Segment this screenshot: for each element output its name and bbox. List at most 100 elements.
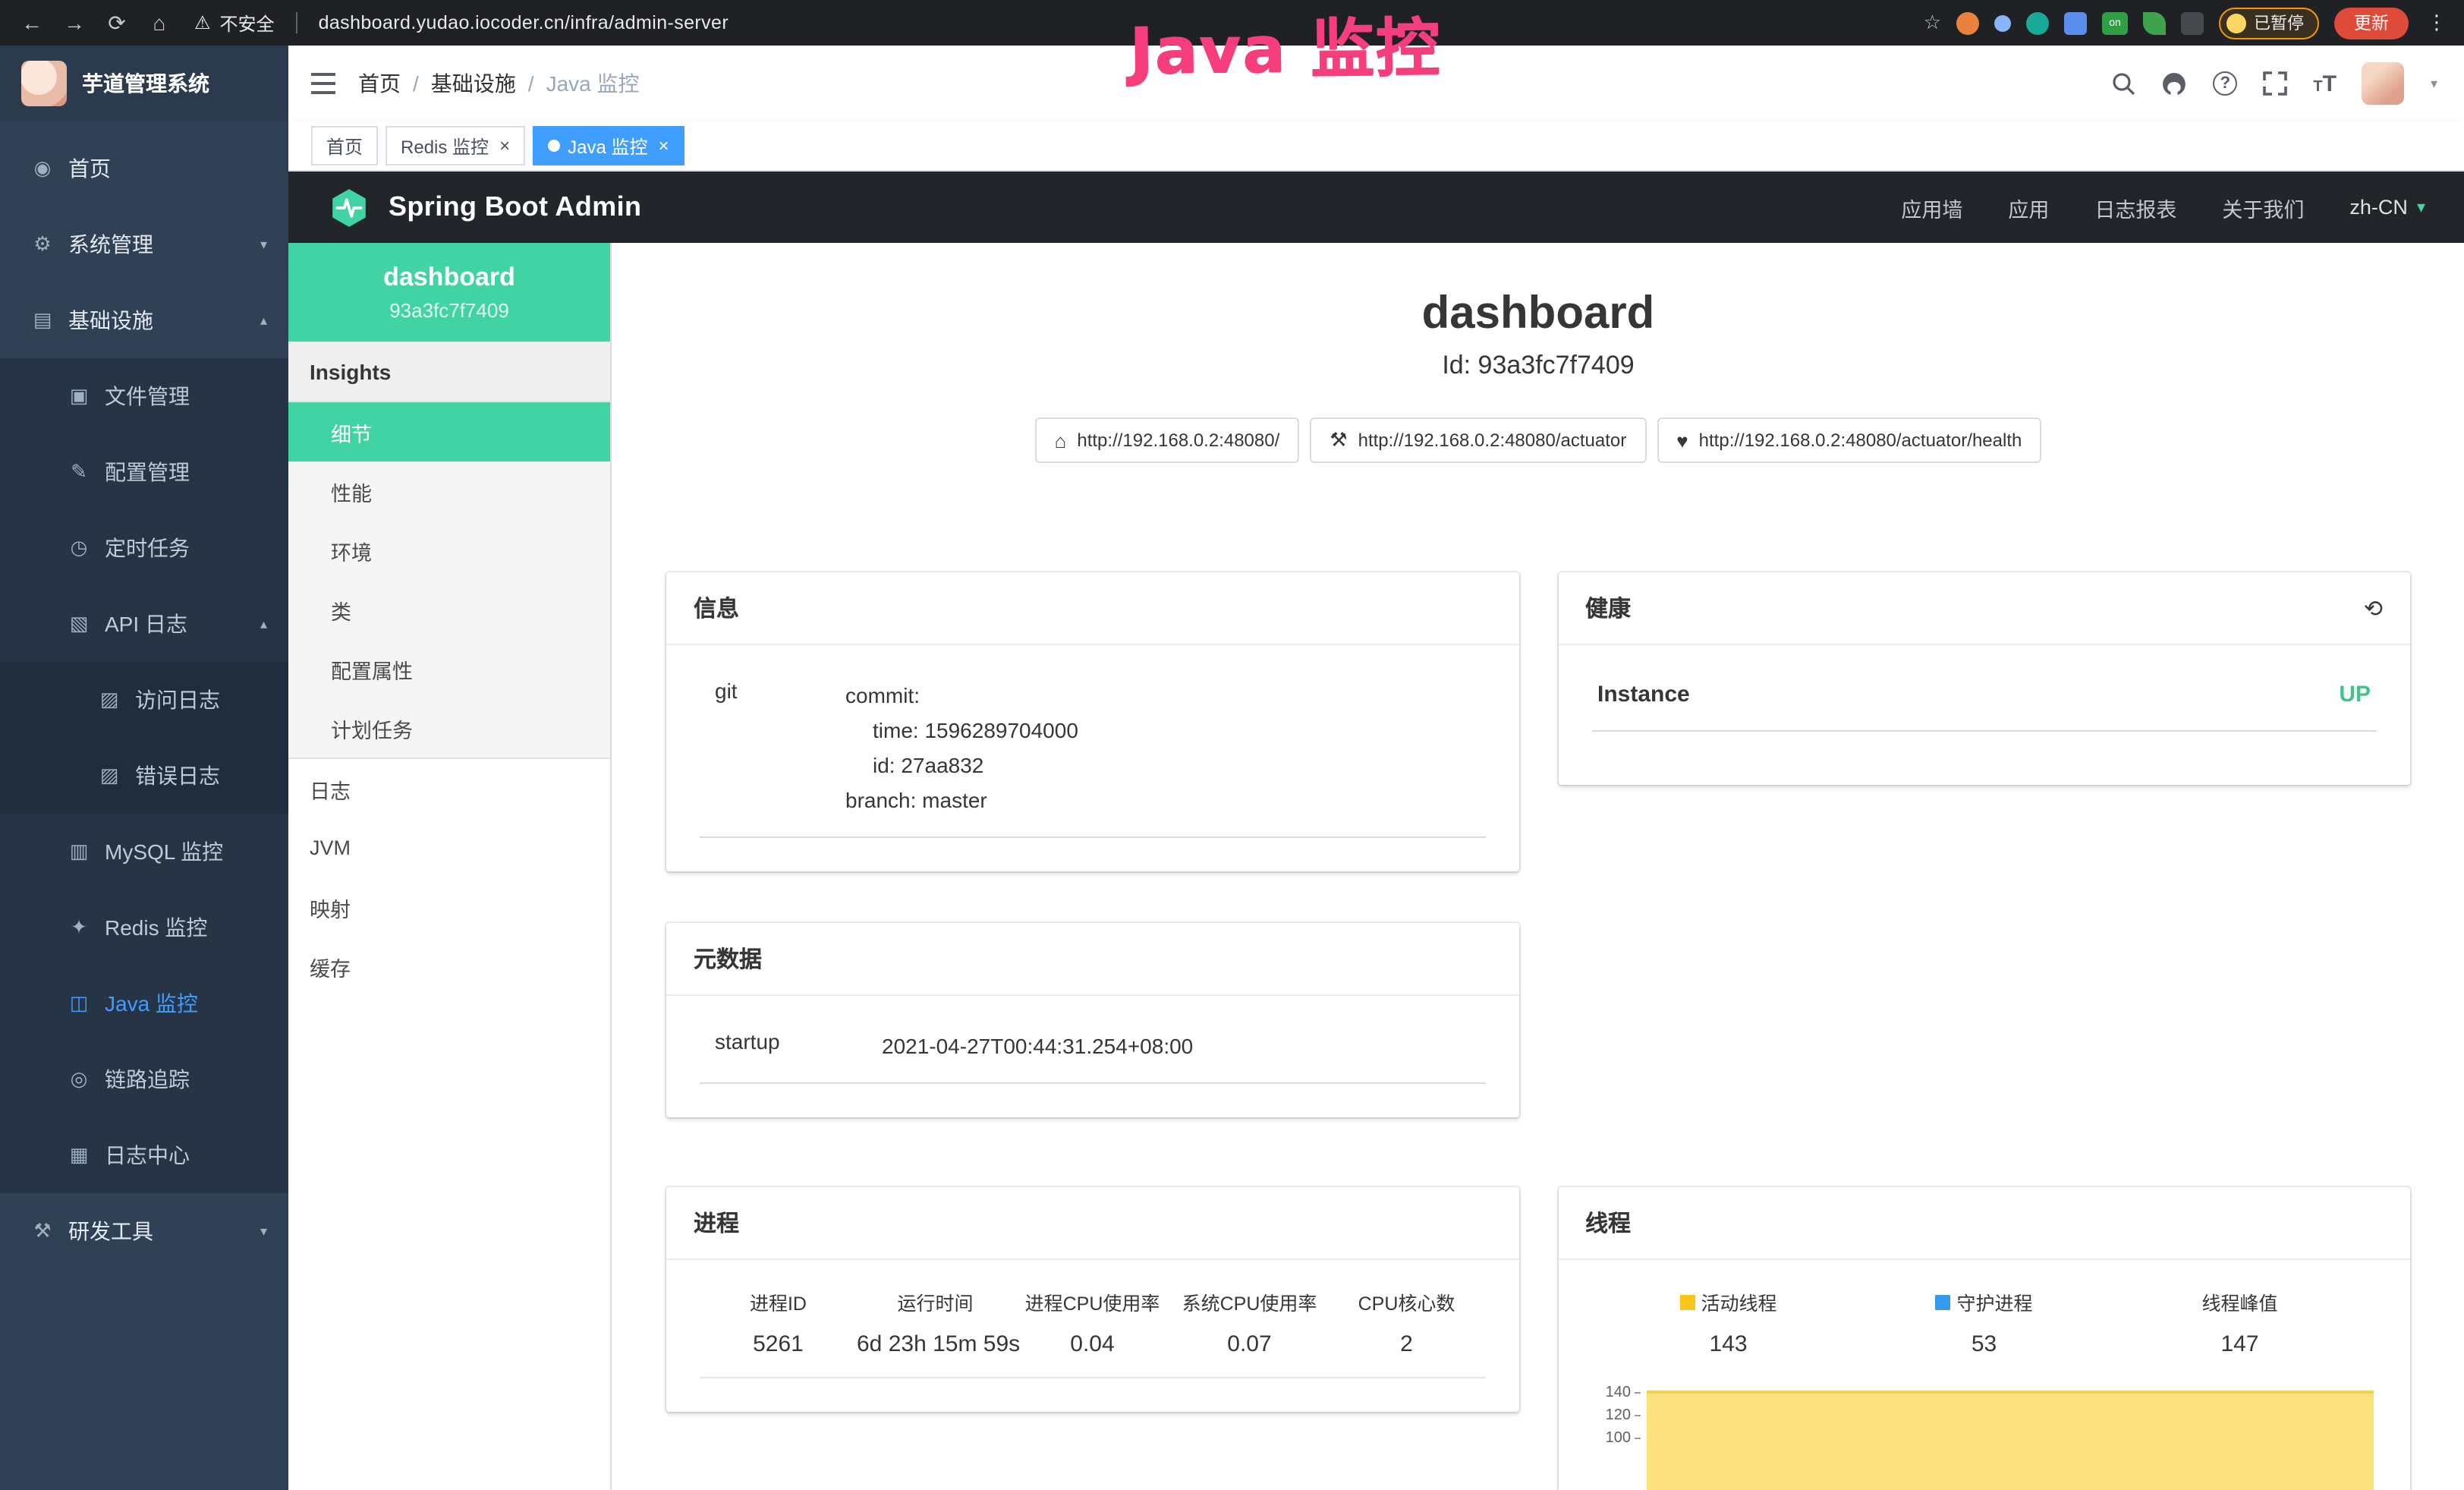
admin-header: 首页 / 基础设施 / Java 监控 ? [288,46,2464,121]
health-url-button[interactable]: ♥ http://192.168.0.2:48080/actuator/heal… [1657,417,2041,463]
insights-group: Insights 细节 性能 环境 类 配置属性 计划任务 [288,342,610,759]
close-icon[interactable]: × [499,135,510,156]
sba-item-scheduled-tasks[interactable]: 计划任务 [288,698,610,758]
forward-icon[interactable]: → [61,11,88,35]
sidebar-item-api-logs[interactable]: ▧ API 日志 ▴ [0,586,288,662]
tab-java-monitor[interactable]: Java 监控 × [533,126,684,165]
sidebar-item-label: 配置管理 [105,457,190,487]
sidebar-item-system[interactable]: ⚙ 系统管理 ▾ [0,206,288,282]
extension-icon-teal[interactable] [2026,11,2049,34]
tab-label: 首页 [326,133,363,159]
java-monitor-icon: ◫ [67,991,91,1016]
chevron-down-icon: ▾ [2417,197,2425,217]
extension-icon-orange[interactable] [1956,11,1979,34]
sidebar-item-java-monitor[interactable]: ◫ Java 监控 [0,966,288,1041]
breadcrumb-infrastructure[interactable]: 基础设施 [431,68,516,99]
tab-home[interactable]: 首页 [311,126,378,165]
sidebar-item-label: Java 监控 [105,988,198,1019]
actuator-url-button[interactable]: ⚒ http://192.168.0.2:48080/actuator [1310,417,1646,463]
sba-nav-wallboard[interactable]: 应用墙 [1901,192,1962,222]
sidebar-item-label: Redis 监控 [105,912,207,943]
health-icon: ♥ [1676,429,1688,452]
tools-icon: ⚒ [30,1219,55,1243]
service-url-button[interactable]: ⌂ http://192.168.0.2:48080/ [1035,417,1300,463]
sba-item-logs[interactable]: 日志 [288,759,610,818]
sidebar-item-log-center[interactable]: ▦ 日志中心 [0,1117,288,1193]
bookmark-star-icon[interactable]: ☆ [1924,11,1941,35]
card-title: 元数据 [694,943,762,975]
emoji-face-icon [2226,13,2246,33]
sba-sidebar: dashboard 93a3fc7f7409 Insights 细节 性能 环境… [288,243,612,1490]
hamburger-icon[interactable] [310,71,337,96]
search-icon[interactable] [2111,71,2135,96]
sidebar-item-infrastructure[interactable]: ▤ 基础设施 ▴ [0,282,288,358]
tab-redis-monitor[interactable]: Redis 监控 × [385,126,525,165]
extension-icon-grid[interactable] [2064,11,2087,34]
back-icon[interactable]: ← [18,11,46,35]
address-bar-url[interactable]: dashboard.yudao.iocoder.cn/infra/admin-s… [319,12,729,33]
site-security-chip[interactable]: ⚠ 不安全 [194,10,275,36]
locale-label: zh-CN [2349,196,2408,219]
y-axis-tick: 120 [1591,1408,1631,1425]
sidebar-item-label: API 日志 [105,609,187,639]
sidebar-item-scheduled-tasks[interactable]: ◷ 定时任务 [0,510,288,586]
sidebar-item-config-management[interactable]: ✎ 配置管理 [0,434,288,510]
trace-icon: ◎ [67,1067,91,1092]
sba-item-config-props[interactable]: 配置属性 [288,639,610,698]
extensions-puzzle-icon[interactable] [2181,11,2204,34]
card-title: 线程 [1585,1208,1631,1240]
sidebar-item-mysql-monitor[interactable]: ▥ MySQL 监控 [0,814,288,890]
sidebar-item-label: 访问日志 [135,685,220,715]
metric-system-cpu: 系统CPU使用率 0.07 [1171,1288,1328,1358]
fullscreen-icon[interactable] [2263,71,2287,96]
sidebar-item-redis-monitor[interactable]: ✦ Redis 监控 [0,890,288,966]
sidebar-item-dev-tools[interactable]: ⚒ 研发工具 ▾ [0,1193,288,1269]
extension-icon-drop[interactable] [1994,14,2011,31]
sba-item-caches[interactable]: 缓存 [288,937,610,996]
sidebar-item-label: MySQL 监控 [105,836,223,867]
sba-item-jvm[interactable]: JVM [288,818,610,877]
instance-id: 93a3fc7f7409 [304,299,595,322]
y-axis-tick: 140 [1591,1385,1631,1402]
sba-item-mappings[interactable]: 映射 [288,877,610,937]
help-icon[interactable]: ? [2213,71,2237,96]
sba-item-details[interactable]: 细节 [288,402,610,461]
sba-nav: 应用墙 应用 日志报表 关于我们 zh-CN ▾ [1901,192,2425,222]
info-line: time: 1596289704000 [845,713,1485,748]
timer-icon: ◷ [67,536,91,560]
sba-item-metrics[interactable]: 性能 [288,461,610,521]
sba-navbar: Spring Boot Admin 应用墙 应用 日志报表 关于我们 zh-CN… [288,172,2464,243]
home-icon[interactable]: ⌂ [146,11,173,35]
avatar-caret-icon[interactable]: ▾ [2431,75,2437,92]
paused-badge[interactable]: 已暂停 [2219,7,2319,39]
history-icon[interactable]: ⟲ [2364,594,2383,622]
spring-boot-admin: Spring Boot Admin 应用墙 应用 日志报表 关于我们 zh-CN… [288,172,2464,1490]
font-size-icon[interactable]: TT [2313,72,2337,95]
sba-nav-about[interactable]: 关于我们 [2222,192,2304,222]
insights-section-label: Insights [288,342,610,402]
github-icon[interactable] [2161,71,2187,96]
reload-icon[interactable]: ⟳ [103,10,131,36]
extension-icon-sprout[interactable] [2143,11,2166,34]
browser-menu-icon[interactable]: ⋮ [2427,11,2447,35]
instance-header[interactable]: dashboard 93a3fc7f7409 [288,243,610,342]
sba-locale-select[interactable]: zh-CN ▾ [2349,196,2425,219]
sba-nav-applications[interactable]: 应用 [2008,192,2049,222]
sidebar-item-label: 基础设施 [68,305,153,335]
browser-update-button[interactable]: 更新 [2334,7,2409,39]
divider [296,12,297,33]
sba-item-environment[interactable]: 环境 [288,521,610,580]
sidebar-item-access-logs[interactable]: ▨ 访问日志 [0,662,288,738]
close-icon[interactable]: × [658,135,669,156]
user-avatar[interactable] [2362,62,2405,105]
extension-icon-on-badge[interactable]: on [2102,11,2128,34]
sidebar-item-label: 研发工具 [68,1216,153,1246]
sba-nav-journal[interactable]: 日志报表 [2094,192,2176,222]
sidebar-item-file-management[interactable]: ▣ 文件管理 [0,358,288,434]
breadcrumb-home[interactable]: 首页 [358,68,401,99]
sidebar-item-trace[interactable]: ◎ 链路追踪 [0,1041,288,1117]
sba-item-classes[interactable]: 类 [288,580,610,639]
sidebar-item-error-logs[interactable]: ▨ 错误日志 [0,738,288,814]
metric-uptime: 运行时间 6d 23h 15m 59s [857,1288,1014,1358]
sidebar-item-home[interactable]: ◉ 首页 [0,131,288,206]
